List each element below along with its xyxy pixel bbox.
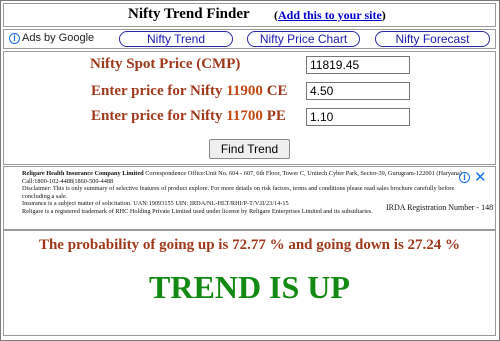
ce-price-input[interactable]	[306, 82, 410, 100]
header-bar: Nifty Trend Finder (Add this to your sit…	[3, 3, 496, 27]
result-panel: The probability of going up is 72.77 % a…	[3, 230, 496, 336]
trend-result: TREND IS UP	[149, 269, 350, 305]
probability-text: The probability of going up is 72.77 % a…	[38, 237, 461, 253]
ce-price-label: Enter price for Nifty 11900 CE	[91, 83, 288, 100]
ad-explore-link[interactable]: explore	[189, 185, 208, 192]
pe-suffix: PE	[266, 108, 286, 124]
add-to-site-link[interactable]: Add this to your site	[278, 8, 382, 22]
ce-prefix: Enter price for Nifty	[91, 83, 223, 99]
pe-price-label: Enter price for Nifty 11700 PE	[91, 108, 286, 125]
ad-line4: Religare is a registered trademark of RH…	[22, 207, 373, 215]
page-title: Nifty Trend Finder	[128, 6, 250, 22]
ads-bar: i Ads by Google Nifty Trend Nifty Price …	[3, 29, 496, 49]
ce-strike: 11900	[226, 83, 263, 99]
info-icon[interactable]: i	[459, 172, 470, 183]
ad-company: Religare Health Insurance Company Limite…	[22, 170, 144, 177]
ad-link-nifty-trend[interactable]: Nifty Trend	[119, 31, 233, 47]
ce-suffix: CE	[266, 83, 288, 99]
ad-registration: IRDA Registration Number - 148	[386, 203, 494, 212]
info-icon[interactable]: i	[9, 33, 20, 44]
spot-price-label: Nifty Spot Price (CMP)	[90, 56, 241, 72]
spot-price-input[interactable]	[306, 56, 410, 74]
insurance-ad[interactable]: Religare Health Insurance Company Limite…	[3, 166, 496, 230]
pe-prefix: Enter price for Nifty	[91, 108, 223, 124]
ad-link-nifty-forecast[interactable]: Nifty Forecast	[375, 31, 490, 47]
ads-by-google-label: Ads by Google	[22, 32, 95, 44]
close-paren: )	[381, 8, 386, 22]
close-icon[interactable]: ✕	[474, 168, 487, 186]
add-to-site-wrapper: (Add this to your site)	[274, 8, 386, 23]
ad-line2: Disclaimer: This is only summary of sele…	[22, 185, 188, 192]
pe-strike: 11700	[226, 108, 263, 124]
ad-line3: Insurance is a subject matter of solicit…	[22, 200, 289, 207]
pe-price-input[interactable]	[306, 108, 410, 126]
ad-link-nifty-price-chart[interactable]: Nifty Price Chart	[247, 31, 360, 47]
find-trend-button[interactable]: Find Trend	[209, 139, 290, 159]
